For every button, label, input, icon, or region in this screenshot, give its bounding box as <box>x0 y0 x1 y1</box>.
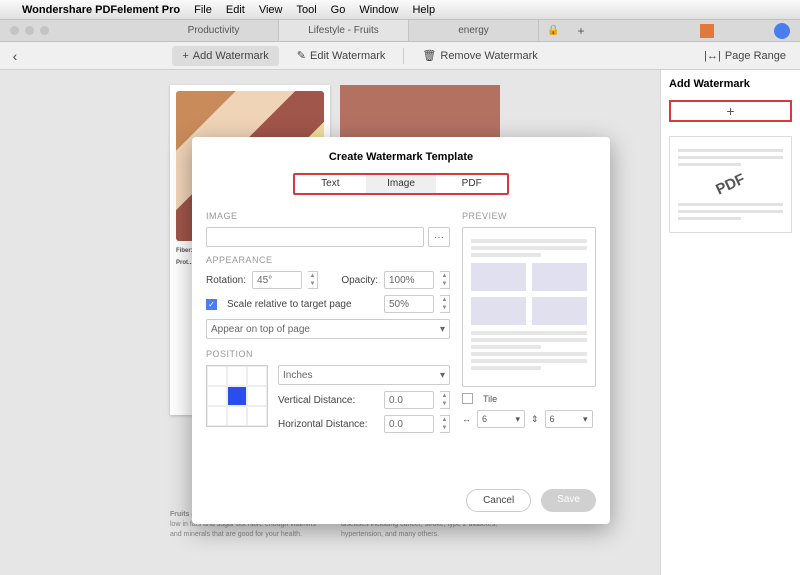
menu-edit[interactable]: Edit <box>226 4 245 16</box>
add-watermark-tile[interactable]: + <box>669 100 792 122</box>
anchor-grid[interactable] <box>206 365 268 427</box>
opacity-stepper[interactable]: ▲▼ <box>440 271 450 289</box>
save-button[interactable]: Save <box>541 489 596 512</box>
create-watermark-modal: Create Watermark Template Text Image PDF… <box>192 137 610 524</box>
chevron-down-icon: ▾ <box>440 324 445 335</box>
scale-stepper[interactable]: ▲▼ <box>440 295 450 313</box>
watermark-toolbar: ‹ +Add Watermark ✎Edit Watermark 🗑Remove… <box>0 42 800 70</box>
rotation-label: Rotation: <box>206 275 246 286</box>
remove-watermark-button[interactable]: 🗑Remove Watermark <box>412 45 547 66</box>
scale-label: Scale relative to target page <box>227 299 352 310</box>
app-name[interactable]: Wondershare PDFelement Pro <box>22 4 180 16</box>
watermark-preview <box>462 227 596 387</box>
seg-image[interactable]: Image <box>366 175 437 193</box>
seg-pdf[interactable]: PDF <box>436 175 507 193</box>
mac-menubar: Wondershare PDFelement Pro File Edit Vie… <box>0 0 800 20</box>
tab-energy[interactable]: energy <box>409 20 539 41</box>
menu-file[interactable]: File <box>194 4 212 16</box>
hdist-input[interactable]: 0.0 <box>384 415 434 433</box>
opacity-input[interactable]: 100% <box>384 271 434 289</box>
add-watermark-button[interactable]: +Add Watermark <box>172 46 278 66</box>
rotation-input[interactable]: 45° <box>252 271 302 289</box>
tile-h-icon: ↔ <box>462 414 471 424</box>
lock-icon: 🔒 <box>539 25 567 36</box>
watermark-template-thumb[interactable]: PDF <box>669 136 792 233</box>
menu-window[interactable]: Window <box>359 4 398 16</box>
side-title: Add Watermark <box>669 78 792 90</box>
cancel-button[interactable]: Cancel <box>466 489 531 512</box>
page-range-button[interactable]: |↔|Page Range <box>694 46 796 66</box>
back-button[interactable]: ‹ <box>0 48 30 64</box>
plus-icon: + <box>182 50 188 62</box>
trash-icon: 🗑 <box>422 49 436 62</box>
tile-rows-input[interactable]: 6▾ <box>545 410 593 428</box>
chevron-down-icon: ▾ <box>440 370 445 381</box>
brand-icon <box>700 24 714 38</box>
layer-select[interactable]: Appear on top of page▾ <box>206 319 450 339</box>
page-thumb-2 <box>340 85 500 145</box>
avatar[interactable] <box>774 23 790 39</box>
section-image: IMAGE <box>206 211 450 221</box>
pencil-icon: ✎ <box>297 49 306 62</box>
vdist-input[interactable]: 0.0 <box>384 391 434 409</box>
anchor-center[interactable] <box>227 386 247 406</box>
divider <box>403 48 404 64</box>
menu-help[interactable]: Help <box>412 4 435 16</box>
document-tabbar: Productivity Lifestyle - Fruits energy 🔒… <box>0 20 800 42</box>
menu-view[interactable]: View <box>259 4 283 16</box>
range-icon: |↔| <box>704 50 721 62</box>
section-preview: PREVIEW <box>462 211 596 221</box>
side-panel: Add Watermark + PDF <box>660 70 800 575</box>
tile-label: Tile <box>483 394 497 404</box>
scale-checkbox[interactable]: ✓ <box>206 299 217 310</box>
vdist-stepper[interactable]: ▲▼ <box>440 391 450 409</box>
browse-button[interactable]: ··· <box>428 227 450 247</box>
image-path-input[interactable] <box>206 227 424 247</box>
section-appearance: APPEARANCE <box>206 255 450 265</box>
units-select[interactable]: Inches▾ <box>278 365 450 385</box>
modal-title: Create Watermark Template <box>192 137 610 173</box>
window-controls[interactable] <box>0 26 59 35</box>
seg-text[interactable]: Text <box>295 175 366 193</box>
tab-lifestyle[interactable]: Lifestyle - Fruits <box>279 20 409 41</box>
hdist-label: Horizontal Distance: <box>278 419 378 430</box>
vdist-label: Vertical Distance: <box>278 395 378 406</box>
source-segmented[interactable]: Text Image PDF <box>293 173 509 195</box>
opacity-label: Opacity: <box>341 275 378 286</box>
scale-input[interactable]: 50% <box>384 295 434 313</box>
new-tab-button[interactable]: + <box>567 24 594 38</box>
hdist-stepper[interactable]: ▲▼ <box>440 415 450 433</box>
menu-go[interactable]: Go <box>331 4 346 16</box>
tile-cols-input[interactable]: 6▾ <box>477 410 525 428</box>
section-position: POSITION <box>206 349 450 359</box>
edit-watermark-button[interactable]: ✎Edit Watermark <box>287 45 396 66</box>
tile-checkbox[interactable] <box>462 393 473 404</box>
rotation-stepper[interactable]: ▲▼ <box>308 271 318 289</box>
menu-tool[interactable]: Tool <box>296 4 316 16</box>
tile-v-icon: ⇕ <box>531 414 539 425</box>
tab-productivity[interactable]: Productivity <box>149 20 279 41</box>
